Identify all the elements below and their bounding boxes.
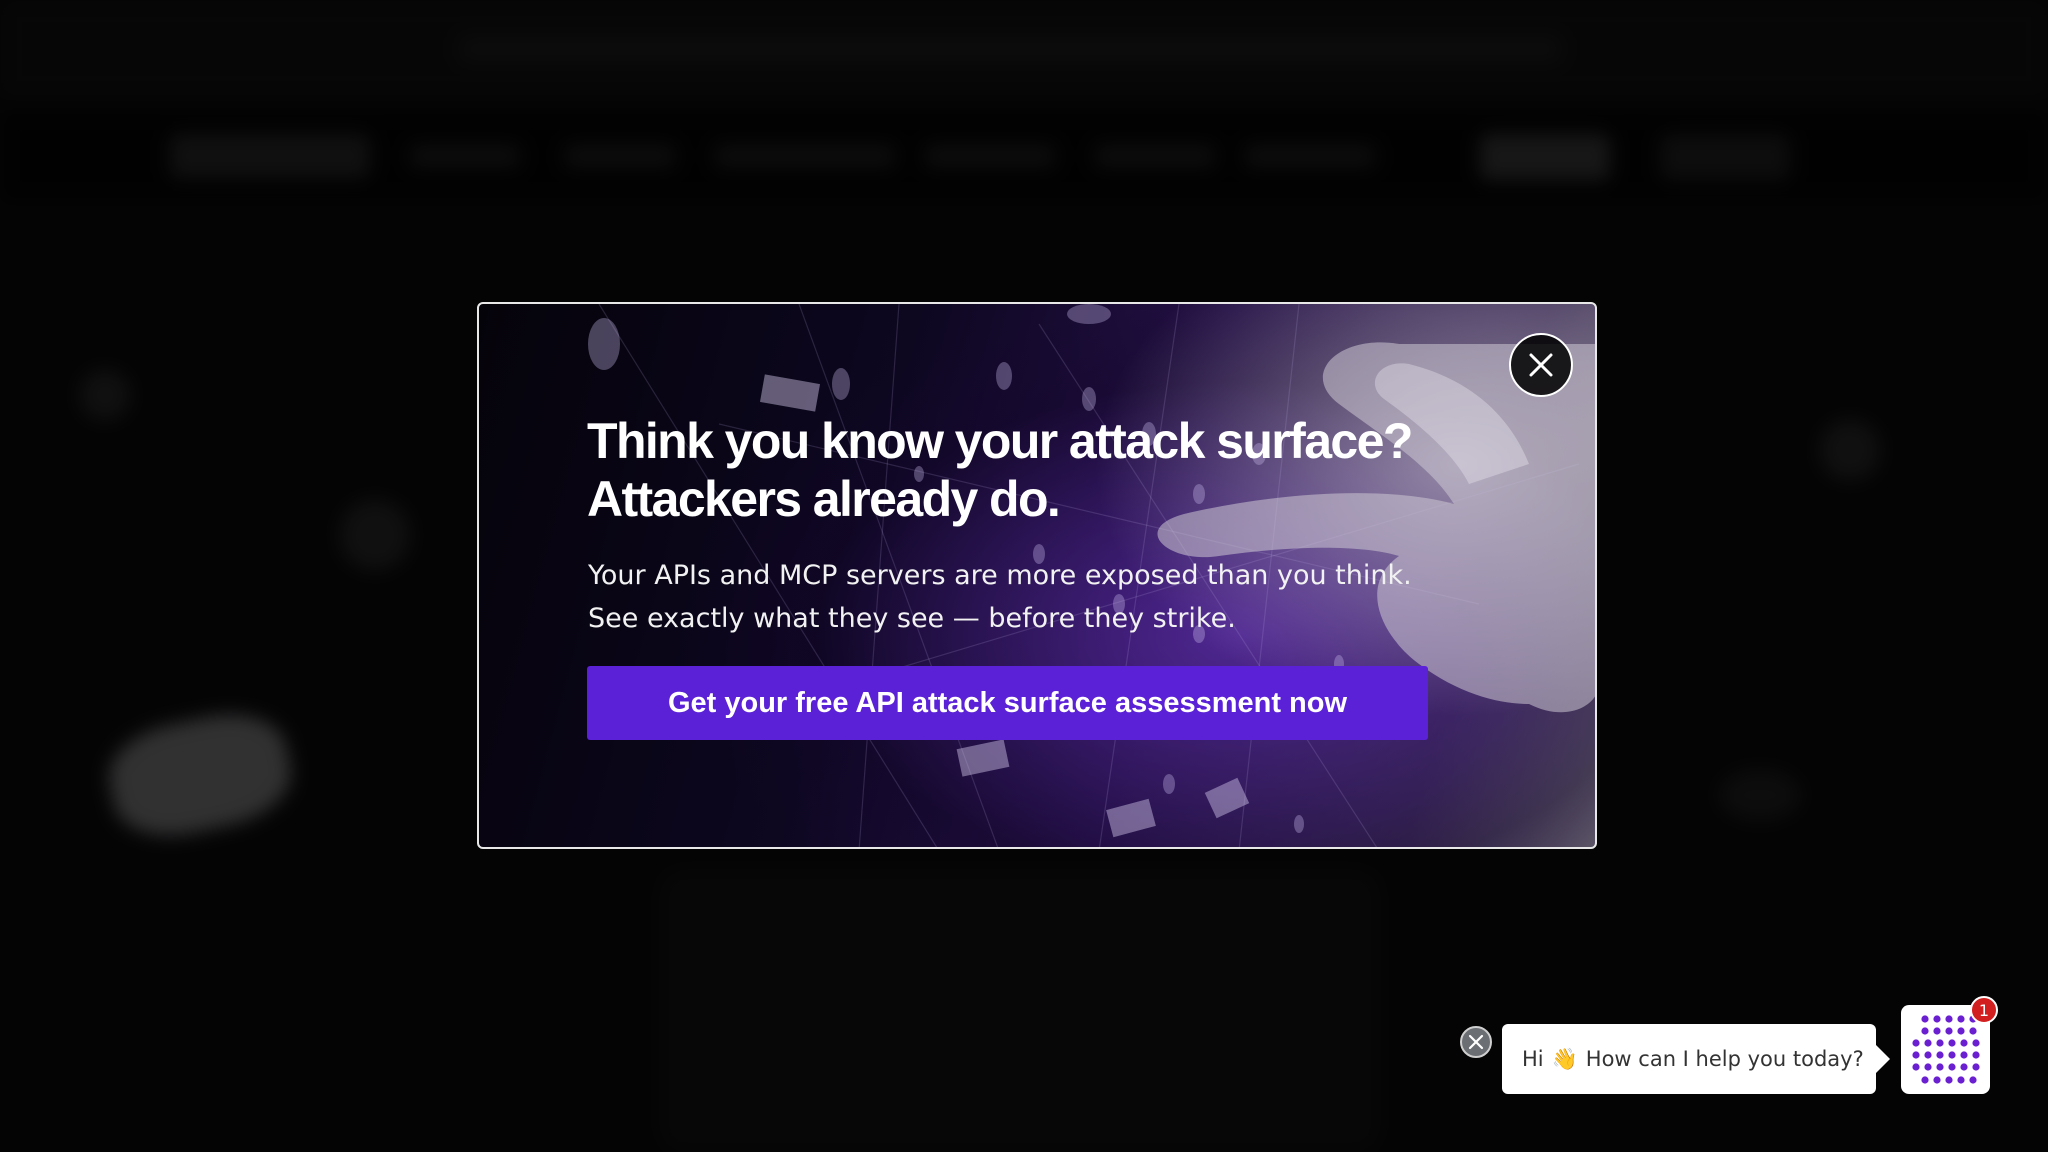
- promo-modal: Think you know your attack surface? Atta…: [477, 302, 1597, 849]
- chat-greeting-bubble[interactable]: Hi 👋 How can I help you today?: [1502, 1024, 1890, 1094]
- waving-hand-icon: 👋: [1551, 1046, 1578, 1071]
- chat-greeting-hi: Hi: [1522, 1047, 1544, 1071]
- modal-subtext: Your APIs and MCP servers are more expos…: [588, 554, 1488, 640]
- modal-headline: Think you know your attack surface? Atta…: [587, 412, 1487, 528]
- close-icon: [1529, 353, 1553, 377]
- close-icon: [1468, 1034, 1484, 1050]
- subtext-line-2: See exactly what they see — before they …: [588, 603, 1236, 634]
- chat-greeting-text: How can I help you today?: [1585, 1047, 1864, 1071]
- assessment-cta-button[interactable]: Get your free API attack surface assessm…: [587, 666, 1428, 740]
- chat-unread-badge: 1: [1970, 996, 1998, 1024]
- headline-line-2: Attackers already do.: [587, 471, 1061, 527]
- chat-dismiss-button[interactable]: [1460, 1026, 1492, 1058]
- headline-line-1: Think you know your attack surface?: [587, 413, 1413, 469]
- modal-close-button[interactable]: [1509, 333, 1573, 397]
- subtext-line-1: Your APIs and MCP servers are more expos…: [588, 560, 1412, 591]
